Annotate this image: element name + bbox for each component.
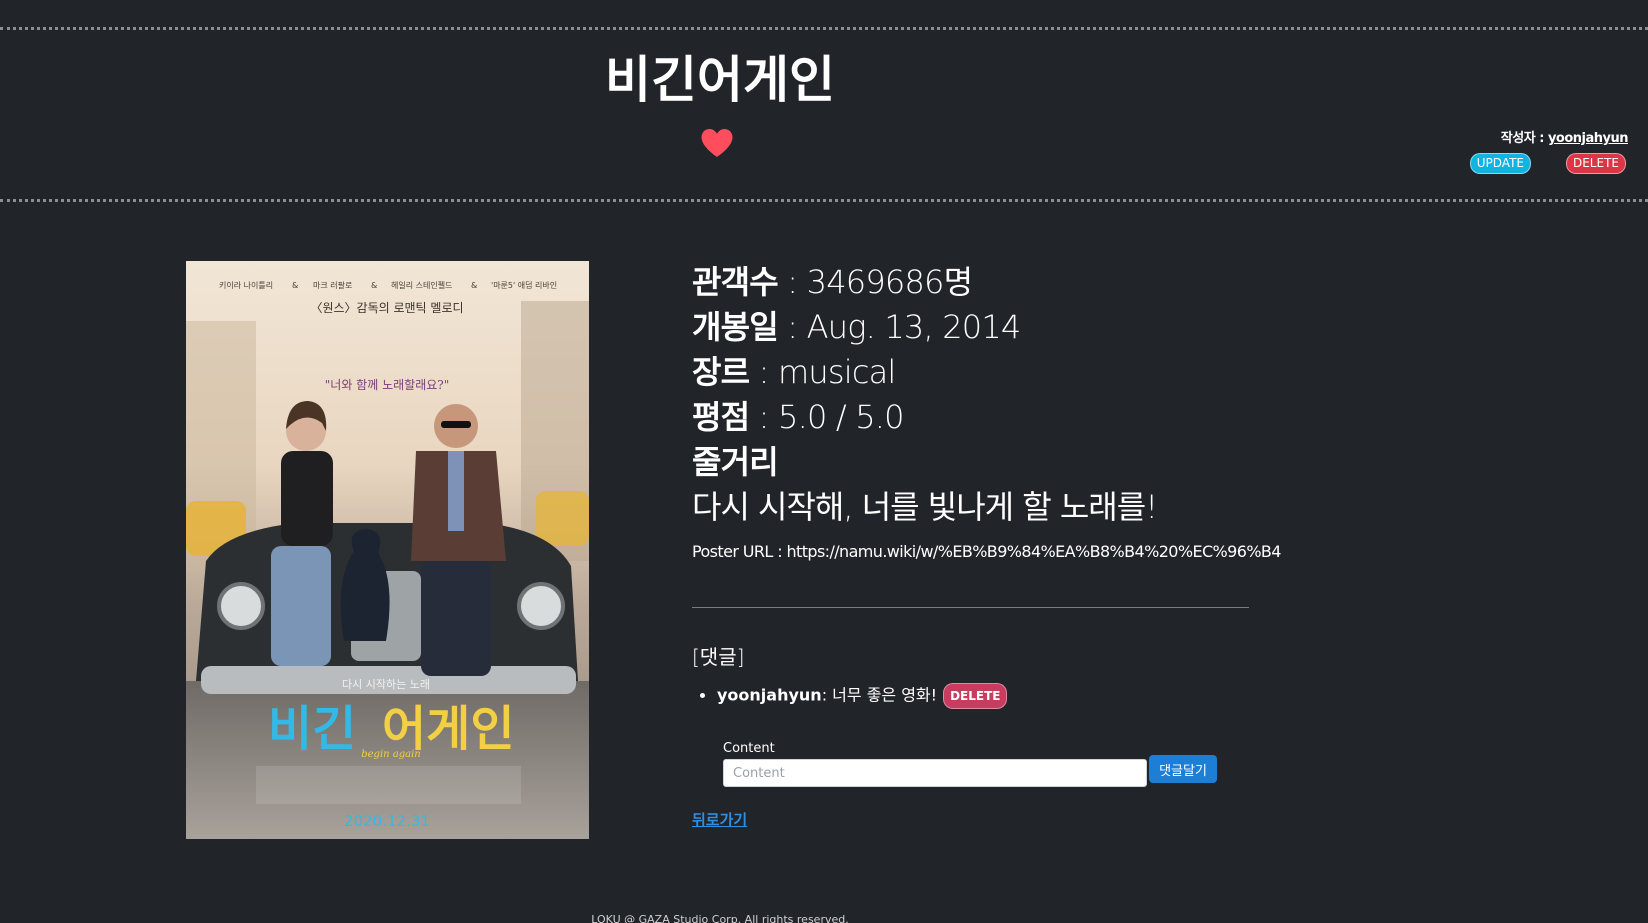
- poster-url-row: Poster URL : https://namu.wiki/w/%EB%B9%…: [692, 542, 1281, 561]
- movie-poster: 키이라 나이틀리 & 마크 러팔로 & 헤일리 스테인펠드 & '마룬5' 애덤…: [186, 261, 589, 839]
- credit-1: 키이라 나이틀리: [219, 280, 273, 290]
- credit-3: 헤일리 스테인펠드: [391, 280, 452, 290]
- comments-heading: [댓글]: [692, 645, 745, 669]
- poster-man-glasses: [441, 421, 471, 428]
- genre-value: : musical: [749, 353, 897, 391]
- poster-woman-body: [281, 451, 333, 546]
- release-value: : Aug. 13, 2014: [777, 308, 1021, 346]
- poster-url-value: https://namu.wiki/w/%EB%B9%84%EA%B8%B4%2…: [786, 542, 1282, 561]
- poster-man-legs: [421, 561, 491, 676]
- footer-text: LOKU @ GAZA Studio Corp. All rights rese…: [591, 913, 849, 923]
- release-label: 개봉일: [692, 308, 779, 346]
- header-bottom-dotted-divider: [0, 199, 1648, 202]
- back-link[interactable]: 뒤로가기: [692, 809, 747, 830]
- credit-sep-3: &: [471, 281, 477, 290]
- comment-author: yoonjahyun: [717, 685, 822, 705]
- poster-big-title-1: 비긴: [268, 701, 356, 757]
- credit-2: 마크 러팔로: [313, 280, 352, 290]
- credit-sep-2: &: [371, 281, 377, 290]
- comments-divider: [692, 607, 1249, 608]
- update-button[interactable]: UPDATE: [1469, 153, 1531, 174]
- rating-label: 평점: [692, 398, 750, 436]
- poster-tagline: 〈원스〉감독의 로맨틱 멜로디: [310, 301, 463, 315]
- page-title: 비긴어게인: [605, 51, 835, 109]
- credit-4: '마룬5' 애덤 리바인: [491, 280, 557, 290]
- author-link[interactable]: yoonjahyun: [1548, 131, 1629, 146]
- author-info: 작성자 : yoonjahyun: [1500, 127, 1629, 146]
- poster-headlight-left: [217, 582, 265, 630]
- audience-row: 관객수 : 3469686명: [692, 260, 1252, 305]
- poster-headlight-right: [517, 582, 565, 630]
- poster-taxi-right: [536, 491, 589, 546]
- audience-label: 관객수: [692, 263, 779, 301]
- audience-value: : 3469686명: [777, 263, 973, 301]
- delete-button[interactable]: DELETE: [1565, 153, 1626, 174]
- comment-submit-button[interactable]: 댓글달기: [1149, 755, 1217, 783]
- rating-row: 평점 : 5.0 / 5.0: [692, 395, 1252, 440]
- comment-text: : 너무 좋은 영화!: [821, 685, 938, 705]
- poster-woman-legs: [271, 546, 331, 666]
- top-dotted-divider: [0, 27, 1648, 30]
- poster-man-shirt: [448, 451, 464, 531]
- genre-label: 장르: [692, 353, 750, 391]
- content-field-label: Content: [723, 741, 775, 756]
- poster-url-label: Poster URL :: [692, 542, 787, 561]
- credit-sep-1: &: [292, 281, 298, 290]
- synopsis-label: 줄거리: [692, 443, 779, 481]
- synopsis-text: 다시 시작해, 너를 빛나게 할 노래를!: [692, 488, 1158, 526]
- heart-icon[interactable]: [700, 128, 734, 158]
- release-row: 개봉일 : Aug. 13, 2014: [692, 305, 1252, 350]
- comment-delete-button[interactable]: DELETE: [943, 683, 1008, 709]
- poster-quote: "너와 함께 노래할래요?": [325, 378, 449, 392]
- poster-small-title: 다시 시작하는 노래: [342, 677, 430, 691]
- poster-fine-print: [256, 766, 521, 804]
- author-label: 작성자 :: [1500, 131, 1548, 146]
- rating-value: : 5.0 / 5.0: [749, 398, 905, 436]
- comment-content-input[interactable]: [723, 759, 1147, 787]
- synopsis-label-row: 줄거리: [692, 440, 1252, 485]
- poster-release-date: 2020.12.31: [344, 812, 430, 830]
- genre-row: 장르 : musical: [692, 350, 1252, 395]
- comment-item: yoonjahyun: 너무 좋은 영화!DELETE: [717, 683, 1008, 709]
- heart-shape: [701, 129, 733, 157]
- comment-list: yoonjahyun: 너무 좋은 영화!DELETE: [692, 683, 1008, 709]
- poster-script-title: begin again: [361, 749, 421, 760]
- movie-info: 관객수 : 3469686명 개봉일 : Aug. 13, 2014 장르 : …: [692, 260, 1281, 561]
- movie-detail-page: 비긴어게인 작성자 : yoonjahyun UPDATE DELETE 키이라…: [0, 0, 1648, 923]
